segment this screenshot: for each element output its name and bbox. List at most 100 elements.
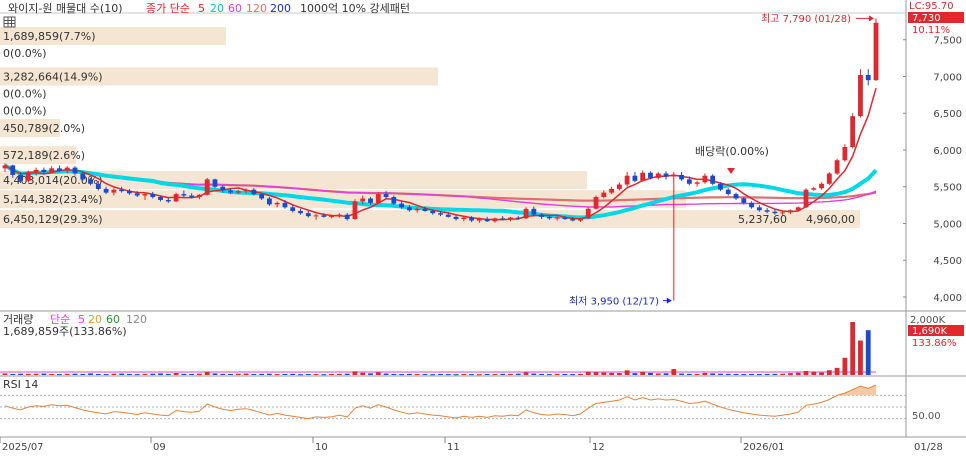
volume-bar[interactable]	[616, 373, 622, 375]
volume-bar[interactable]	[212, 373, 218, 375]
volume-bar[interactable]	[414, 373, 420, 375]
volume-bar[interactable]	[834, 367, 840, 375]
candle-body[interactable]	[33, 169, 39, 173]
candle-body[interactable]	[111, 189, 117, 193]
candle-body[interactable]	[321, 215, 327, 217]
volume-bar[interactable]	[127, 373, 132, 375]
volume-bar[interactable]	[25, 373, 31, 375]
candle-body[interactable]	[344, 214, 350, 220]
candle-body[interactable]	[578, 218, 583, 221]
candle-body[interactable]	[679, 174, 684, 180]
volume-bar[interactable]	[344, 373, 350, 375]
candle-body[interactable]	[508, 217, 513, 220]
candle-body[interactable]	[391, 197, 397, 204]
volume-bar[interactable]	[18, 373, 23, 375]
volume-bar[interactable]	[142, 373, 148, 375]
candle-body[interactable]	[336, 214, 342, 217]
candle-body[interactable]	[515, 217, 521, 219]
ma-60-label[interactable]: 60	[228, 2, 242, 15]
candle-body[interactable]	[173, 194, 179, 202]
volume-bar[interactable]	[858, 340, 863, 375]
volume-bar[interactable]	[601, 372, 607, 375]
volume-bar[interactable]	[111, 373, 117, 375]
volume-bar[interactable]	[10, 373, 16, 375]
candle-body[interactable]	[142, 194, 148, 196]
volume-bar[interactable]	[274, 374, 280, 376]
candle-body[interactable]	[764, 210, 770, 212]
candle-body[interactable]	[80, 173, 86, 180]
candle-body[interactable]	[445, 214, 451, 217]
candle-body[interactable]	[655, 173, 661, 178]
volume-bar[interactable]	[305, 373, 311, 375]
volume-bar[interactable]	[266, 373, 272, 375]
volume-bar[interactable]	[134, 374, 140, 376]
volume-bar[interactable]	[329, 373, 335, 375]
candle-body[interactable]	[352, 201, 358, 220]
candle-body[interactable]	[609, 188, 615, 193]
candle-body[interactable]	[25, 172, 31, 181]
volume-bar[interactable]	[57, 374, 62, 376]
volume-bar[interactable]	[399, 374, 405, 376]
candle-body[interactable]	[64, 167, 70, 171]
candle-body[interactable]	[406, 207, 412, 211]
candle-body[interactable]	[702, 175, 708, 183]
volume-bar[interactable]	[438, 373, 443, 375]
candle-body[interactable]	[119, 189, 125, 192]
candle-body[interactable]	[259, 194, 265, 199]
volume-bar[interactable]	[484, 373, 490, 375]
volume-bar[interactable]	[624, 370, 630, 375]
candle-body[interactable]	[41, 169, 47, 173]
volume-bar[interactable]	[49, 373, 55, 375]
volume-bar[interactable]	[165, 373, 171, 375]
candle-body[interactable]	[204, 179, 210, 195]
volume-bar[interactable]	[313, 374, 319, 376]
candle-body[interactable]	[266, 198, 272, 205]
volume-bar[interactable]	[189, 373, 195, 375]
candle-body[interactable]	[127, 191, 132, 194]
volume-bar[interactable]	[181, 373, 187, 375]
volume-bar[interactable]	[72, 373, 78, 375]
volume-bar[interactable]	[383, 373, 389, 375]
candle-body[interactable]	[492, 218, 498, 222]
volume-bar[interactable]	[469, 374, 475, 376]
volume-bar[interactable]	[663, 373, 669, 375]
candle-body[interactable]	[601, 192, 607, 198]
volume-bar[interactable]	[655, 373, 661, 375]
candle-body[interactable]	[313, 215, 319, 217]
volume-bar[interactable]	[850, 322, 856, 375]
volume-bar[interactable]	[865, 330, 871, 375]
volume-bar[interactable]	[80, 373, 86, 375]
volume-bar[interactable]	[243, 373, 249, 375]
candle-body[interactable]	[694, 182, 700, 184]
volume-bar[interactable]	[803, 371, 809, 375]
candle-body[interactable]	[523, 208, 529, 219]
candle-body[interactable]	[165, 199, 171, 202]
candle-body[interactable]	[500, 218, 506, 220]
candle-body[interactable]	[780, 212, 786, 214]
candle-body[interactable]	[290, 207, 296, 211]
candle-body[interactable]	[546, 216, 552, 219]
volume-bar[interactable]	[461, 373, 467, 375]
volume-bar[interactable]	[406, 373, 412, 375]
volume-bar[interactable]	[2, 373, 8, 375]
volume-bar[interactable]	[648, 372, 653, 375]
candle-body[interactable]	[10, 165, 16, 175]
candle-body[interactable]	[663, 173, 669, 177]
candle-body[interactable]	[570, 219, 576, 221]
volume-bar[interactable]	[842, 357, 848, 375]
candle-body[interactable]	[103, 188, 109, 193]
volume-bar[interactable]	[508, 373, 513, 375]
candle-body[interactable]	[484, 219, 490, 222]
candle-body[interactable]	[228, 190, 233, 193]
candle-body[interactable]	[453, 216, 459, 220]
candle-body[interactable]	[438, 213, 443, 215]
candle-body[interactable]	[725, 189, 731, 195]
candle-body[interactable]	[414, 208, 420, 211]
candle-body[interactable]	[585, 208, 591, 219]
volume-bar[interactable]	[360, 372, 366, 375]
volume-bar[interactable]	[772, 373, 778, 375]
candle-body[interactable]	[220, 186, 226, 191]
candle-body[interactable]	[476, 219, 482, 221]
volume-bar[interactable]	[500, 373, 506, 375]
candle-body[interactable]	[624, 175, 630, 185]
